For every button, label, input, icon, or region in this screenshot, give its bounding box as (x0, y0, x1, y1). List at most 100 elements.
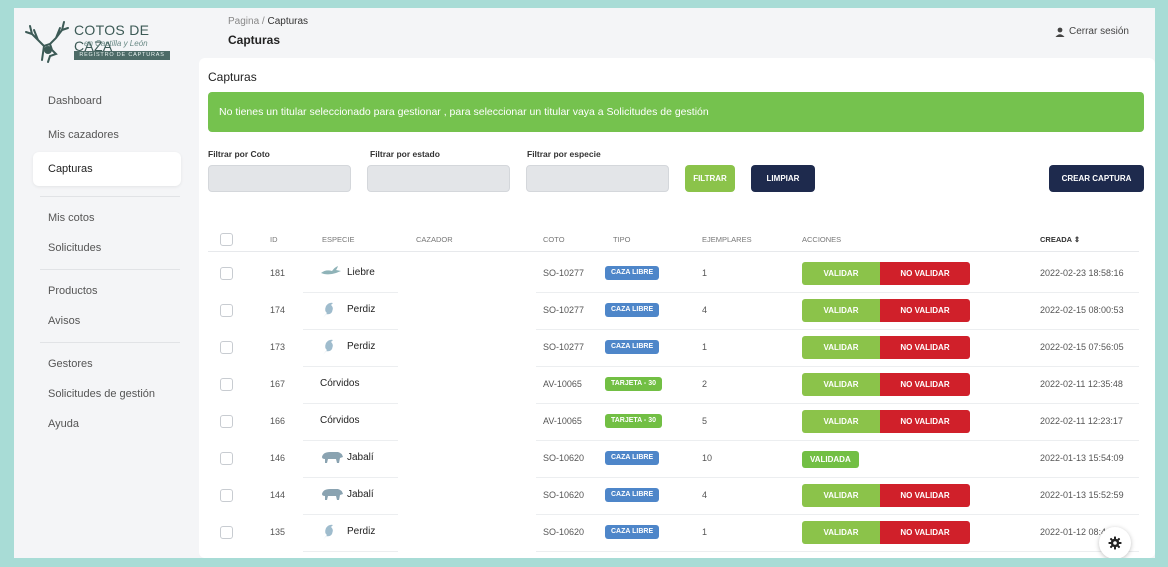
boar-icon (320, 486, 343, 502)
row-id: 144 (270, 490, 286, 500)
row-checkbox[interactable] (220, 304, 233, 317)
table-row[interactable]: 167 Córvidos AV-10065 TARJETA - 30 2 VAL… (208, 367, 1139, 404)
table-row[interactable]: 174 Perdiz SO-10277 CAZA LIBRE 4 VALIDAR… (208, 293, 1139, 330)
row-created-date: 2022-02-15 08:00:53 (1040, 305, 1124, 315)
sidebar-item-avisos[interactable]: Avisos (14, 304, 194, 338)
validate-button[interactable]: VALIDAR (802, 410, 880, 433)
row-checkbox[interactable] (220, 415, 233, 428)
row-created-date: 2022-02-11 12:23:17 (1040, 416, 1123, 426)
row-type-badge: CAZA LIBRE (605, 525, 660, 539)
reject-button[interactable]: NO VALIDAR (880, 262, 970, 285)
col-creada-sort[interactable]: CREADA ⇕ (1040, 235, 1080, 244)
validate-button[interactable]: VALIDAR (802, 521, 880, 544)
sidebar-item-solicitudes[interactable]: Solicitudes (14, 231, 194, 265)
row-id: 146 (270, 453, 286, 463)
select-all-checkbox[interactable] (220, 233, 233, 246)
row-checkbox[interactable] (220, 526, 233, 539)
col-id: ID (270, 235, 278, 244)
row-created-date: 2022-01-13 15:54:09 (1040, 453, 1124, 463)
sidebar-divider (40, 269, 180, 270)
table-row[interactable]: 166 Córvidos AV-10065 TARJETA - 30 5 VAL… (208, 404, 1139, 441)
row-created-date: 2022-02-15 07:56:05 (1040, 342, 1124, 352)
sidebar-item-mis-cotos[interactable]: Mis cotos (14, 201, 194, 235)
validate-button[interactable]: VALIDAR (802, 373, 880, 396)
row-checkbox[interactable] (220, 378, 233, 391)
row-id: 167 (270, 379, 286, 389)
row-coto: SO-10277 (543, 268, 585, 278)
clear-button[interactable]: LIMPIAR (751, 165, 815, 192)
deer-logo-icon (25, 21, 69, 63)
sidebar-item-capturas[interactable]: Capturas (33, 152, 181, 186)
sidebar-item-ayuda[interactable]: Ayuda (14, 407, 194, 441)
logout-label: Cerrar sesión (1068, 26, 1129, 37)
table-row[interactable]: 135 Perdiz SO-10620 CAZA LIBRE 1 VALIDAR… (208, 515, 1139, 552)
row-type-badge: CAZA LIBRE (605, 451, 660, 465)
breadcrumb-root[interactable]: Pagina (228, 16, 259, 27)
row-id: 166 (270, 416, 286, 426)
row-species: Liebre (320, 262, 375, 282)
app-frame: COTOS DE CAZA en Castilla y León REGISTR… (14, 8, 1155, 558)
filter-estado-select[interactable] (367, 165, 510, 192)
filter-especie-select[interactable] (526, 165, 669, 192)
sidebar-item-productos[interactable]: Productos (14, 274, 194, 308)
table-row[interactable]: 144 Jabalí SO-10620 CAZA LIBRE 4 VALIDAR… (208, 478, 1139, 515)
alert-banner: No tienes un titular seleccionado para g… (208, 92, 1144, 132)
reject-button[interactable]: NO VALIDAR (880, 299, 970, 322)
table-row[interactable]: 181 Liebre SO-10277 CAZA LIBRE 1 VALIDAR… (208, 256, 1139, 293)
reject-button[interactable]: NO VALIDAR (880, 521, 970, 544)
row-id: 181 (270, 268, 286, 278)
validate-button[interactable]: VALIDAR (802, 299, 880, 322)
validate-button[interactable]: VALIDAR (802, 262, 880, 285)
sidebar-divider (40, 196, 180, 197)
reject-button[interactable]: NO VALIDAR (880, 410, 970, 433)
table-row[interactable]: 146 Jabalí SO-10620 CAZA LIBRE 10 VALIDA… (208, 441, 1139, 478)
row-species-label: Jabalí (347, 488, 374, 500)
row-checkbox[interactable] (220, 341, 233, 354)
row-type-badge: CAZA LIBRE (605, 340, 660, 354)
sidebar-item-dashboard[interactable]: Dashboard (14, 84, 194, 118)
partridge-icon (320, 338, 342, 355)
row-created-date: 2022-02-23 18:58:16 (1040, 268, 1124, 278)
create-capture-button[interactable]: CREAR CAPTURA (1049, 165, 1144, 192)
validate-button[interactable]: VALIDAR (802, 484, 880, 507)
settings-button[interactable] (1099, 527, 1131, 558)
row-species: Jabalí (320, 447, 374, 467)
row-species: Jabalí (320, 484, 374, 504)
filter-button[interactable]: FILTRAR (685, 165, 735, 192)
row-species: Córvidos (320, 373, 359, 393)
row-checkbox[interactable] (220, 452, 233, 465)
logo-subtitle: en Castilla y León (84, 39, 148, 48)
row-coto: SO-10277 (543, 305, 585, 315)
table-row[interactable]: 173 Perdiz SO-10277 CAZA LIBRE 1 VALIDAR… (208, 330, 1139, 367)
row-species-label: Liebre (347, 266, 375, 278)
row-type-badge: TARJETA - 30 (605, 377, 662, 391)
reject-button[interactable]: NO VALIDAR (880, 336, 970, 359)
row-species-label: Jabalí (347, 451, 374, 463)
filter-coto-input[interactable] (208, 165, 351, 192)
sidebar-divider (40, 342, 180, 343)
boar-icon (320, 449, 343, 465)
row-id: 173 (270, 342, 286, 352)
validate-button[interactable]: VALIDAR (802, 336, 880, 359)
row-species: Perdiz (320, 336, 375, 356)
sidebar-item-mis-cazadores[interactable]: Mis cazadores (14, 118, 194, 152)
sidebar-item-gestores[interactable]: Gestores (14, 347, 194, 381)
logout-button[interactable]: Cerrar sesión (1055, 26, 1129, 37)
sidebar-item-solicitudes-gestion[interactable]: Solicitudes de gestión (14, 377, 194, 411)
row-coto: SO-10620 (543, 527, 585, 537)
row-coto: SO-10620 (543, 490, 585, 500)
reject-button[interactable]: NO VALIDAR (880, 373, 970, 396)
hare-icon (320, 264, 342, 280)
row-checkbox[interactable] (220, 489, 233, 502)
row-id: 174 (270, 305, 286, 315)
partridge-icon (320, 301, 342, 318)
col-especie: ESPECIE (322, 235, 355, 244)
row-checkbox[interactable] (220, 267, 233, 280)
row-ejemplares: 4 (702, 490, 708, 500)
reject-button[interactable]: NO VALIDAR (880, 484, 970, 507)
row-species: Córvidos (320, 410, 359, 430)
filter-especie-label: Filtrar por especie (527, 149, 601, 159)
row-coto: AV-10065 (543, 379, 582, 389)
logo[interactable]: COTOS DE CAZA en Castilla y León REGISTR… (22, 20, 172, 64)
sidebar-nav: Dashboard Mis cazadores Capturas Mis cot… (14, 84, 194, 441)
